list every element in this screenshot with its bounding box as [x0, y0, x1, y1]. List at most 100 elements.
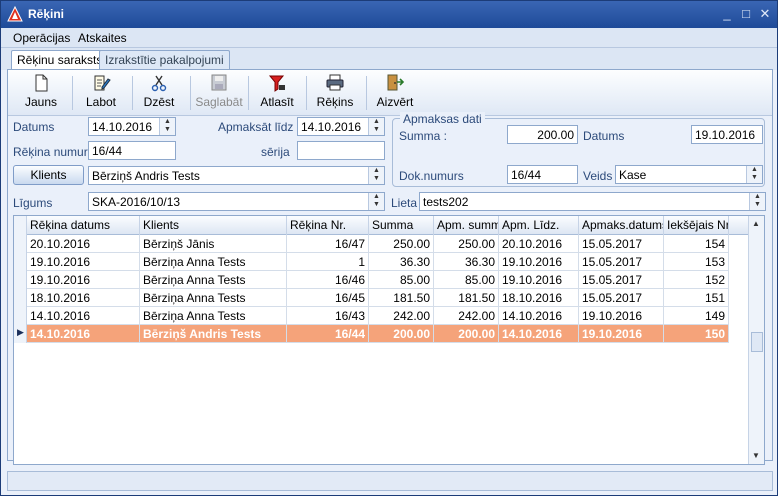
toolbar-separator [190, 76, 191, 110]
grid-header: Rēķina datums Klients Rēķina Nr. Summa Apm. … [14, 216, 748, 235]
scroll-thumb[interactable] [751, 332, 763, 352]
header-col-apm-summa[interactable]: Apm. summa [434, 216, 499, 235]
cell-apm-summa: 250.00 [434, 235, 499, 253]
header-col-rekina-nr[interactable]: Rēķina Nr. [287, 216, 369, 235]
ligums-label: Līgums [13, 196, 53, 210]
header-col-apmaks-datums[interactable]: Apmaks.datums [579, 216, 664, 235]
header-col-rekina-datums[interactable]: Rēķina datums [27, 216, 140, 235]
cell-klients: Bērziņš Andris Tests [140, 325, 287, 343]
cell-apm-summa: 200.00 [434, 325, 499, 343]
lieta-value: tests202 [423, 195, 469, 209]
dok-numurs-label: Dok.numurs [399, 169, 464, 183]
klients-value: Bērziņš Andris Tests [92, 169, 200, 183]
cell-apmaks-datums: 15.05.2017 [579, 289, 664, 307]
dok-numurs-field[interactable]: 16/44 [507, 165, 578, 184]
dzest-label: Dzēst [143, 95, 175, 109]
tab-izrakstitie-pakalpojumi[interactable]: Izrakstītie pakalpojumi [99, 50, 230, 70]
klients-button[interactable]: Klients [13, 165, 84, 185]
dzest-button[interactable]: Dzēst [132, 72, 186, 114]
datums-date-field[interactable]: 14.10.2016 ▲ ▼ [88, 117, 176, 136]
saglabat-label: Saglabāt [195, 95, 243, 109]
cell-rekina-nr: 16/46 [287, 271, 369, 289]
cell-apm-lidz: 19.10.2016 [499, 253, 579, 271]
cell-apm-lidz: 14.10.2016 [499, 307, 579, 325]
klients-dropdown-icon[interactable]: ▲ ▼ [368, 167, 384, 184]
scroll-up-icon[interactable]: ▲ [752, 219, 760, 228]
klients-select[interactable]: Bērziņš Andris Tests ▲ ▼ [88, 166, 385, 185]
serija-field[interactable] [297, 141, 385, 160]
cell-apm-lidz: 19.10.2016 [499, 271, 579, 289]
row-selector[interactable] [14, 253, 27, 271]
cell-apmaks-datums: 15.05.2017 [579, 235, 664, 253]
cell-rekina-datums: 19.10.2016 [27, 253, 140, 271]
toolbar-separator [72, 76, 73, 110]
cell-apm-lidz: 14.10.2016 [499, 325, 579, 343]
labot-button[interactable]: Labot [74, 72, 128, 114]
table-row[interactable]: 14.10.2016 Bērziņa Anna Tests 16/43 242.00 2… [14, 307, 748, 325]
maximize-icon[interactable]: □ [738, 6, 754, 22]
table-row[interactable]: ▶ 14.10.2016 Bērziņš Andris Tests 16/44 200.… [14, 325, 748, 343]
menu-bar: Operācijas Atskaites [1, 28, 777, 48]
new-document-icon [35, 74, 48, 92]
row-selector[interactable]: ▶ [14, 325, 27, 343]
row-selector[interactable] [14, 289, 27, 307]
toolbar: Jauns Labot Dzēst Saglabāt Atlasīt Rēķin… [8, 70, 772, 116]
veids-value: Kase [619, 168, 647, 182]
cell-rekina-nr: 1 [287, 253, 369, 271]
header-col-ieksejais-nr[interactable]: Iekšējais Nr. [664, 216, 729, 235]
cell-ieksejais-nr: 154 [664, 235, 729, 253]
cell-ieksejais-nr: 151 [664, 289, 729, 307]
apmaksat-lidz-label: Apmaksāt līdz : [218, 120, 301, 134]
scroll-down-icon[interactable]: ▼ [752, 451, 760, 460]
ligums-select[interactable]: SKA-2016/10/13 ▲ ▼ [88, 192, 385, 211]
rekins-button[interactable]: Rēķins [308, 72, 362, 114]
menu-operacijas[interactable]: Operācijas [13, 31, 70, 45]
datums-spinner-icon[interactable]: ▲ ▼ [159, 118, 175, 135]
cell-summa: 85.00 [369, 271, 434, 289]
tab-rekinu-saraksts[interactable]: Rēķinu saraksts [11, 50, 109, 71]
lieta-select[interactable]: tests202 ▲ ▼ [419, 192, 766, 211]
row-selector[interactable] [14, 235, 27, 253]
toolbar-separator [306, 76, 307, 110]
tab-strip: Rēķinu saraksts Izrakstītie pakalpojumi [1, 48, 777, 71]
row-selector[interactable] [14, 307, 27, 325]
jauns-label: Jauns [24, 95, 58, 109]
apmaksat-lidz-date-field[interactable]: 14.10.2016 ▲ ▼ [297, 117, 385, 136]
cell-apmaks-datums: 15.05.2017 [579, 271, 664, 289]
cell-apm-summa: 242.00 [434, 307, 499, 325]
lieta-dropdown-icon[interactable]: ▲ ▼ [749, 193, 765, 210]
summa-field[interactable]: 200.00 [507, 125, 578, 144]
serija-label: sērija [261, 145, 290, 159]
menu-atskaites[interactable]: Atskaites [78, 31, 127, 45]
veids-dropdown-icon[interactable]: ▲ ▼ [746, 166, 762, 183]
close-icon[interactable]: ✕ [757, 6, 773, 22]
table-row[interactable]: 18.10.2016 Bērziņa Anna Tests 16/45 181.50 1… [14, 289, 748, 307]
payment-datums-field[interactable]: 19.10.2016 [691, 125, 763, 144]
header-col-klients[interactable]: Klients [140, 216, 287, 235]
rekina-numurs-label: Rēķina numurs [13, 145, 94, 159]
cell-apm-lidz: 18.10.2016 [499, 289, 579, 307]
ligums-dropdown-icon[interactable]: ▲ ▼ [368, 193, 384, 210]
cell-rekina-nr: 16/44 [287, 325, 369, 343]
saglabat-button[interactable]: Saglabāt [192, 72, 246, 114]
row-selector[interactable] [14, 271, 27, 289]
minimize-icon[interactable]: _ [719, 6, 735, 22]
apmaksat-lidz-spinner-icon[interactable]: ▲ ▼ [368, 118, 384, 135]
rekins-label: Rēķins [316, 95, 354, 109]
rekina-numurs-field[interactable]: 16/44 [88, 141, 176, 160]
grid-vertical-scrollbar[interactable]: ▲ ▼ [748, 216, 764, 464]
veids-select[interactable]: Kase ▲ ▼ [615, 165, 763, 184]
lieta-label: Lieta [391, 196, 418, 210]
cell-rekina-datums: 14.10.2016 [27, 307, 140, 325]
jauns-button[interactable]: Jauns [14, 72, 68, 114]
aizvert-button[interactable]: Aizvērt [368, 72, 422, 114]
cell-apm-summa: 36.30 [434, 253, 499, 271]
table-row[interactable]: 20.10.2016 Bērziņš Jānis 16/47 250.00 250.00… [14, 235, 748, 253]
header-col-summa[interactable]: Summa [369, 216, 434, 235]
atlasit-button[interactable]: Atlasīt [250, 72, 304, 114]
cell-klients: Bērziņa Anna Tests [140, 289, 287, 307]
table-row[interactable]: 19.10.2016 Bērziņa Anna Tests 1 36.30 36.30 1… [14, 253, 748, 271]
table-row[interactable]: 19.10.2016 Bērziņa Anna Tests 16/46 85.00 85… [14, 271, 748, 289]
header-col-apm-lidz[interactable]: Apm. Līdz. [499, 216, 579, 235]
payment-group-title: Apmaksas dati [400, 112, 485, 126]
